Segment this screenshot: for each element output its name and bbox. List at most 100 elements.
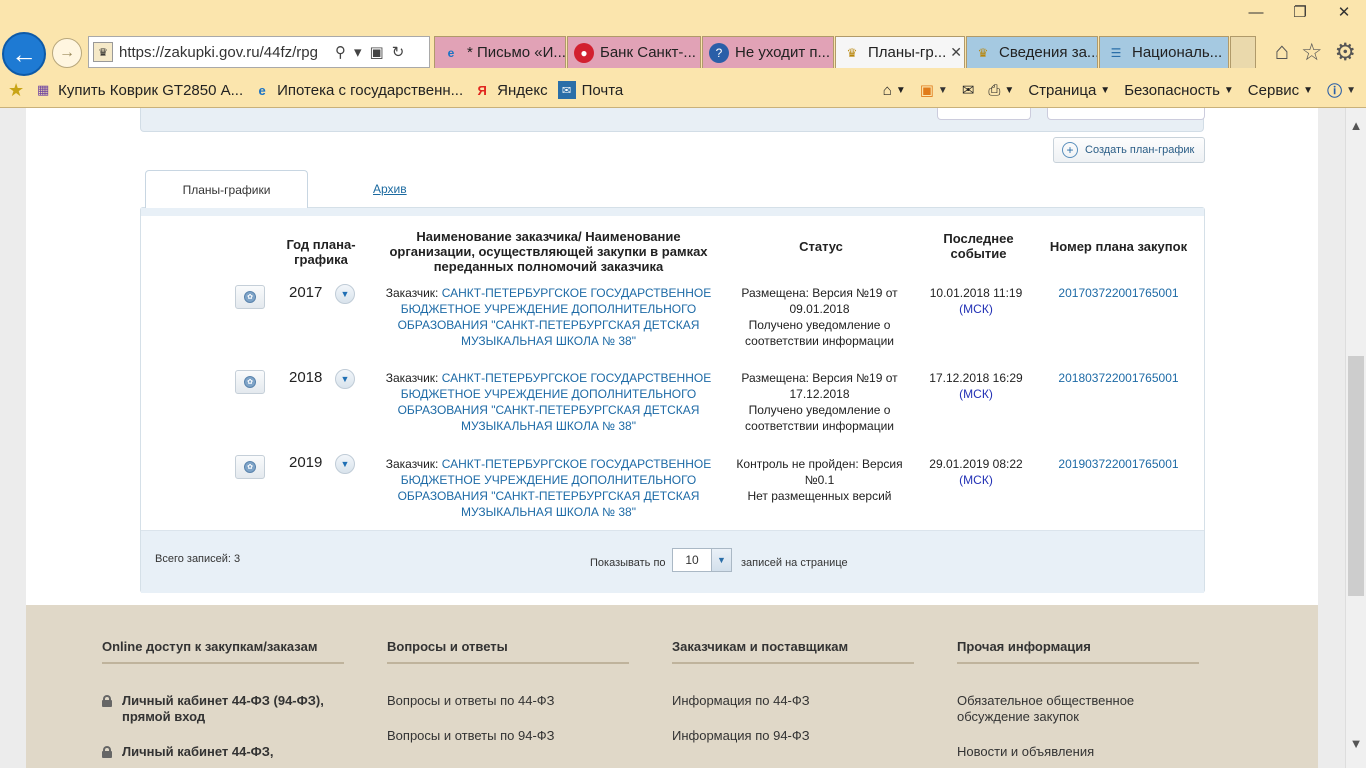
footer-link[interactable]: Обязательное общественное обсуждение зак… bbox=[957, 693, 1207, 725]
vertical-scrollbar[interactable]: ▲ ▼ bbox=[1345, 108, 1366, 768]
footer-link[interactable]: Новости и объявления bbox=[957, 744, 1094, 760]
site-icon: ☰ bbox=[1110, 45, 1122, 60]
filter-button[interactable] bbox=[1047, 108, 1205, 120]
close-tab-icon[interactable]: ✕ bbox=[946, 44, 962, 61]
customer-cell: Заказчик: САНКТ-ПЕТЕРБУРГСКОЕ ГОСУДАРСТВ… bbox=[366, 456, 731, 520]
mail-icon[interactable]: ✉ bbox=[962, 81, 975, 99]
lock-icon bbox=[102, 746, 112, 758]
maximize-button[interactable]: ❐ bbox=[1278, 0, 1322, 24]
customer-link[interactable]: САНКТ-ПЕТЕРБУРГСКОЕ ГОСУДАРСТВЕННОЕ bbox=[442, 371, 712, 385]
home-icon[interactable]: ⌂ ▼ bbox=[883, 82, 906, 99]
service-menu[interactable]: Сервис ▼ bbox=[1248, 82, 1313, 99]
tab-label: Банк Санкт-... bbox=[600, 44, 696, 61]
tab-plans[interactable]: Планы-графики bbox=[145, 170, 308, 208]
favorites-add-icon[interactable]: ★ bbox=[8, 80, 24, 101]
footer-link[interactable]: Вопросы и ответы по 44-ФЗ bbox=[387, 693, 555, 709]
search-icon[interactable]: ⚲ bbox=[335, 43, 346, 61]
new-tab-button[interactable] bbox=[1230, 36, 1256, 68]
panel-band bbox=[141, 208, 1204, 216]
customer-link[interactable]: МУЗЫКАЛЬНАЯ ШКОЛА № 38" bbox=[366, 418, 731, 434]
print-icon[interactable]: ⎙ ▼ bbox=[988, 82, 1014, 99]
browser-tab-active[interactable]: ♛ Планы-гр... ✕ bbox=[835, 36, 965, 68]
browser-tools: ⌂ ☆ ⚙ bbox=[1274, 38, 1356, 67]
close-window-button[interactable]: ✕ bbox=[1322, 0, 1366, 24]
show-by-label: Показывать по bbox=[590, 557, 666, 569]
customer-link[interactable]: САНКТ-ПЕТЕРБУРГСКОЕ ГОСУДАРСТВЕННОЕ bbox=[442, 457, 712, 471]
plan-number-link[interactable]: 201703722001765001 bbox=[1036, 285, 1201, 301]
footer-link[interactable]: Личный кабинет 44-ФЗ, bbox=[102, 744, 352, 760]
browser-tab[interactable]: e * Письмо «И... bbox=[434, 36, 566, 68]
footer-link[interactable]: Информация по 44-ФЗ bbox=[672, 693, 810, 709]
mail-icon: ✉ bbox=[557, 81, 576, 99]
chevron-down-icon[interactable]: ▼ bbox=[335, 454, 355, 474]
ie-icon: e bbox=[447, 45, 455, 60]
customer-link[interactable]: ОБРАЗОВАНИЯ "САНКТ-ПЕТЕРБУРГСКАЯ ДЕТСКАЯ bbox=[366, 488, 731, 504]
scroll-up-icon[interactable]: ▲ bbox=[1346, 118, 1366, 138]
chevron-down-icon[interactable]: ▼ bbox=[711, 549, 731, 571]
browser-tab[interactable]: ● Банк Санкт-... bbox=[567, 36, 701, 68]
customer-link[interactable]: САНКТ-ПЕТЕРБУРГСКОЕ ГОСУДАРСТВЕННОЕ bbox=[442, 286, 712, 300]
rss-icon[interactable]: ▣ ▼ bbox=[920, 81, 948, 99]
footer-link[interactable]: Личный кабинет 44-ФЗ (94-ФЗ), прямой вхо… bbox=[102, 693, 352, 725]
footer-heading: Вопросы и ответы bbox=[387, 639, 629, 664]
plan-year: 2018 bbox=[289, 369, 323, 386]
tab-label: Планы-гр... bbox=[868, 44, 947, 61]
safety-menu[interactable]: Безопасность ▼ bbox=[1124, 82, 1234, 99]
tab-archive[interactable]: Архив bbox=[373, 182, 407, 196]
footer-link[interactable]: Вопросы и ответы по 94-ФЗ bbox=[387, 728, 555, 744]
tab-label: Националь... bbox=[1132, 44, 1223, 61]
footer-link[interactable]: Информация по 94-ФЗ bbox=[672, 728, 810, 744]
scroll-down-icon[interactable]: ▼ bbox=[1346, 736, 1366, 756]
settings-gear-icon[interactable]: ⚙ bbox=[1334, 38, 1356, 67]
back-button[interactable]: ← bbox=[2, 32, 46, 76]
customer-link[interactable]: МУЗЫКАЛЬНАЯ ШКОЛА № 38" bbox=[366, 504, 731, 520]
favorite-link[interactable]: ✉ Почта bbox=[557, 81, 623, 99]
minimize-button[interactable]: — bbox=[1234, 0, 1278, 24]
document-icon[interactable]: ✿ bbox=[235, 455, 265, 479]
plan-number-link[interactable]: 201903722001765001 bbox=[1036, 456, 1201, 472]
customer-link[interactable]: ОБРАЗОВАНИЯ "САНКТ-ПЕТЕРБУРГСКАЯ ДЕТСКАЯ bbox=[366, 317, 731, 333]
customer-link[interactable]: БЮДЖЕТНОЕ УЧРЕЖДЕНИЕ ДОПОЛНИТЕЛЬНОГО bbox=[366, 301, 731, 317]
forward-button[interactable]: → bbox=[52, 38, 82, 68]
last-event-cell: 29.01.2019 08:22 (МСК) bbox=[929, 457, 1023, 487]
favorite-link[interactable]: Я Яндекс bbox=[473, 81, 547, 99]
favorite-link[interactable]: e Ипотека с государственн... bbox=[253, 81, 463, 99]
customer-link[interactable]: МУЗЫКАЛЬНАЯ ШКОЛА № 38" bbox=[366, 333, 731, 349]
chevron-down-icon[interactable]: ▼ bbox=[335, 284, 355, 304]
browser-tab[interactable]: ☰ Националь... bbox=[1099, 36, 1229, 68]
address-url[interactable]: https://zakupki.gov.ru/44fz/rpg bbox=[119, 44, 329, 61]
footer-heading: Online доступ к закупкам/заказам bbox=[102, 639, 344, 664]
lock-icon[interactable]: ▣ bbox=[370, 43, 384, 61]
per-page-label: записей на странице bbox=[741, 557, 848, 569]
plan-number-link[interactable]: 201803722001765001 bbox=[1036, 370, 1201, 386]
home-icon[interactable]: ⌂ bbox=[1274, 38, 1289, 67]
tab-label: Сведения за... bbox=[999, 44, 1098, 61]
status-cell: Контроль не пройден: Версия №0.1 Нет раз… bbox=[736, 457, 903, 503]
customer-link[interactable]: БЮДЖЕТНОЕ УЧРЕЖДЕНИЕ ДОПОЛНИТЕЛЬНОГО bbox=[366, 386, 731, 402]
help-icon[interactable]: ⓘ ▼ bbox=[1327, 80, 1356, 101]
browser-tab[interactable]: ? Не уходит п... bbox=[702, 36, 834, 68]
create-plan-button[interactable]: + Создать план-график bbox=[1053, 137, 1205, 163]
lock-icon bbox=[102, 695, 112, 707]
per-page-select[interactable]: 10 ▼ bbox=[672, 548, 732, 572]
chevron-down-icon[interactable]: ▼ bbox=[335, 369, 355, 389]
document-icon[interactable]: ✿ bbox=[235, 285, 265, 309]
document-icon[interactable]: ✿ bbox=[235, 370, 265, 394]
customer-link[interactable]: ОБРАЗОВАНИЯ "САНКТ-ПЕТЕРБУРГСКАЯ ДЕТСКАЯ bbox=[366, 402, 731, 418]
address-bar[interactable]: ♛ https://zakupki.gov.ru/44fz/rpg ⚲ ▾ ▣ … bbox=[88, 36, 430, 68]
total-records: Всего записей: 3 bbox=[155, 553, 241, 565]
favorite-link[interactable]: ▦ Купить Коврик GT2850 А... bbox=[34, 81, 243, 99]
filter-button[interactable] bbox=[937, 108, 1031, 120]
favorites-star-icon[interactable]: ☆ bbox=[1301, 38, 1323, 67]
dropdown-icon[interactable]: ▾ bbox=[354, 43, 362, 61]
site-emblem-icon: ♛ bbox=[93, 42, 113, 62]
ie-icon: e bbox=[258, 82, 266, 98]
customer-cell: Заказчик: САНКТ-ПЕТЕРБУРГСКОЕ ГОСУДАРСТВ… bbox=[366, 285, 731, 349]
status-cell: Размещена: Версия №19 от 09.01.2018 Полу… bbox=[741, 286, 898, 348]
browser-chrome: — ❐ ✕ ← → ♛ https://zakupki.gov.ru/44fz/… bbox=[0, 0, 1366, 108]
browser-tab[interactable]: ♛ Сведения за... bbox=[966, 36, 1098, 68]
page-menu[interactable]: Страница ▼ bbox=[1028, 82, 1110, 99]
refresh-icon[interactable]: ↻ bbox=[392, 43, 405, 61]
customer-link[interactable]: БЮДЖЕТНОЕ УЧРЕЖДЕНИЕ ДОПОЛНИТЕЛЬНОГО bbox=[366, 472, 731, 488]
scroll-thumb[interactable] bbox=[1348, 356, 1364, 596]
